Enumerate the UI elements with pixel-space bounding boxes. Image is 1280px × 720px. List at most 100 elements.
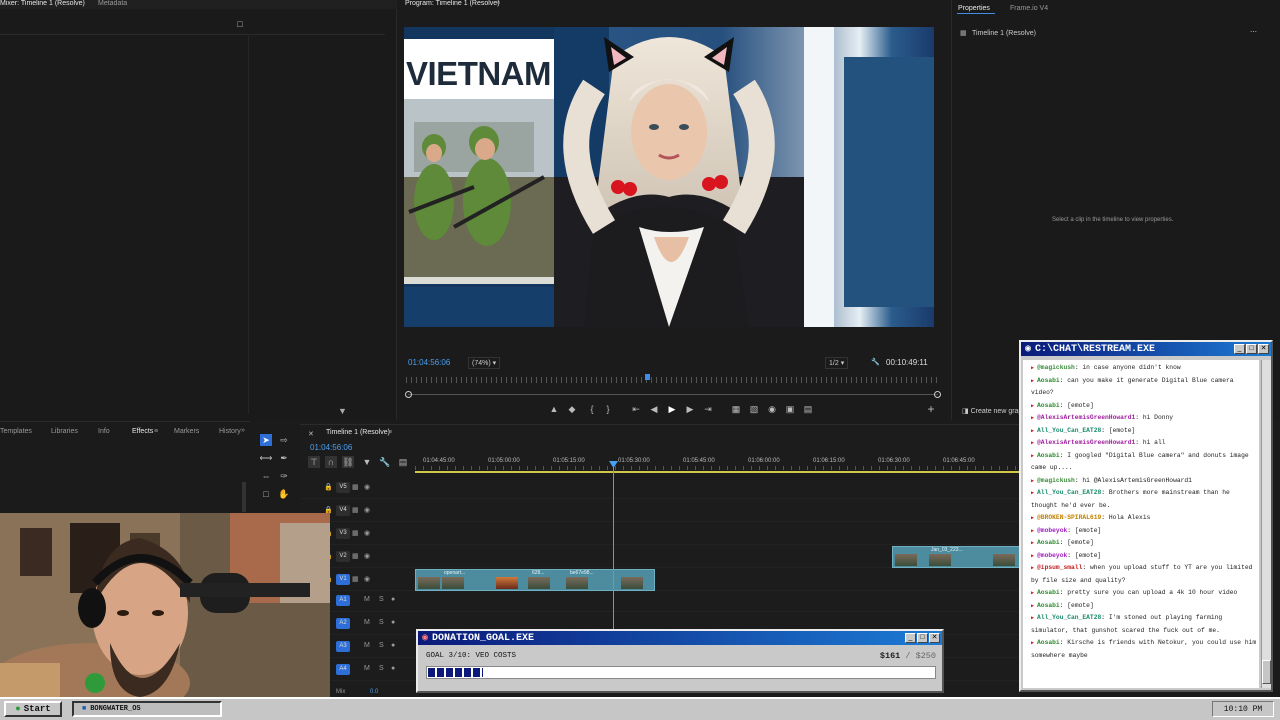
- chat-scrollbar[interactable]: [1261, 360, 1271, 688]
- chat-username[interactable]: @mobeyok: [1037, 527, 1067, 534]
- program-menu-icon[interactable]: ≡: [496, 0, 500, 7]
- microphone-icon[interactable]: ●: [391, 596, 395, 603]
- program-video-frame[interactable]: VIETNAM: [404, 27, 934, 327]
- solo-icon[interactable]: S: [379, 619, 384, 626]
- timeline-playhead[interactable]: [613, 461, 614, 631]
- tab-markers[interactable]: Markers: [174, 428, 199, 435]
- chat-username[interactable]: @ipsum_small: [1037, 564, 1082, 571]
- track-label-v2[interactable]: V2: [336, 551, 350, 562]
- lock-icon[interactable]: 🔒: [324, 483, 333, 491]
- step-forward-icon[interactable]: ▶: [684, 403, 696, 415]
- track-label-v4[interactable]: V4: [336, 505, 350, 516]
- tab-metadata[interactable]: Metadata: [98, 0, 127, 7]
- track-v5[interactable]: 🔒 V5 ▦ ◉: [300, 477, 1020, 499]
- chat-username[interactable]: @mobeyok: [1037, 552, 1067, 559]
- timeline-ruler[interactable]: 01:04:45:00 01:05:00:00 01:05:15:00 01:0…: [415, 456, 1020, 474]
- close-button[interactable]: ✕: [929, 633, 940, 643]
- tab-templates[interactable]: Templates: [0, 428, 32, 435]
- pen-tool-icon[interactable]: ✑: [278, 470, 290, 482]
- chat-username[interactable]: @magickush: [1037, 477, 1075, 484]
- eye-icon[interactable]: ◉: [364, 483, 370, 491]
- tab-frameio[interactable]: Frame.io V4: [1010, 5, 1048, 12]
- snap-icon[interactable]: ∩: [325, 456, 337, 468]
- close-button[interactable]: ✕: [1258, 344, 1269, 354]
- panel-menu-icon[interactable]: □: [234, 18, 246, 30]
- toggle-sync-icon[interactable]: ▦: [352, 529, 359, 537]
- track-label-a1[interactable]: A1: [336, 595, 350, 606]
- maximize-button[interactable]: □: [1246, 344, 1257, 354]
- program-playhead-marker[interactable]: [645, 374, 650, 380]
- comparison-icon[interactable]: ▣: [784, 403, 796, 415]
- filter-icon[interactable]: ▼: [338, 406, 347, 416]
- chat-username[interactable]: All_You_Can_EAT28: [1037, 489, 1101, 496]
- tab-properties[interactable]: Properties: [958, 5, 990, 12]
- chat-username[interactable]: Aosabi: [1037, 377, 1060, 384]
- clip-v2[interactable]: Jan_03_223...: [892, 546, 1020, 568]
- minimize-button[interactable]: _: [905, 633, 916, 643]
- chat-username[interactable]: @AlexisArtemisGreenHoward1: [1037, 414, 1135, 421]
- create-new-graphic-button[interactable]: ◨ Create new grap: [962, 407, 1022, 415]
- program-zoom-select[interactable]: (74%) ▾: [468, 357, 501, 369]
- scrub-end-handle[interactable]: [934, 391, 941, 398]
- toggle-sync-icon[interactable]: ▦: [352, 483, 359, 491]
- eye-icon[interactable]: ◉: [364, 529, 370, 537]
- go-to-out-icon[interactable]: ⇥: [702, 403, 714, 415]
- toggle-sync-icon[interactable]: ▦: [352, 552, 359, 560]
- captions-icon[interactable]: ▤: [397, 456, 409, 468]
- microphone-icon[interactable]: ●: [391, 642, 395, 649]
- track-a1[interactable]: A1 M S ●: [300, 590, 1020, 612]
- tab-audio-mixer[interactable]: Mixer: Timeline 1 (Resolve): [0, 0, 85, 7]
- track-label-a2[interactable]: A2: [336, 618, 350, 629]
- camera-icon[interactable]: ◉: [766, 403, 778, 415]
- program-scrub-bar[interactable]: [408, 394, 938, 395]
- chat-username[interactable]: @BROKEN-SPIRAL619: [1037, 514, 1101, 521]
- donation-titlebar[interactable]: ◉ DONATION_GOAL.EXE: [418, 631, 942, 645]
- track-v4[interactable]: 🔒 V4 ▦ ◉: [300, 500, 1020, 522]
- play-icon[interactable]: ▶: [666, 403, 678, 415]
- chat-username[interactable]: Aosabi: [1037, 452, 1060, 459]
- microphone-icon[interactable]: ●: [391, 665, 395, 672]
- add-button-icon[interactable]: +: [925, 402, 937, 416]
- wrench-icon[interactable]: 🔧: [871, 358, 880, 366]
- mark-in-icon[interactable]: {: [586, 403, 598, 415]
- track-label-v3[interactable]: V3: [336, 528, 350, 539]
- mix-value[interactable]: 0.0: [370, 689, 378, 695]
- timeline-settings-icon[interactable]: 🔧: [379, 456, 391, 468]
- program-monitor-title[interactable]: Program: Timeline 1 (Resolve): [405, 0, 500, 7]
- chat-username[interactable]: All_You_Can_EAT28: [1037, 427, 1101, 434]
- track-label-v1[interactable]: V1: [336, 574, 350, 585]
- solo-icon[interactable]: S: [379, 596, 384, 603]
- minimize-button[interactable]: _: [1234, 344, 1245, 354]
- chat-messages[interactable]: ▶ @magickush: in case anyone didn't know…: [1023, 360, 1259, 688]
- chat-username[interactable]: Aosabi: [1037, 602, 1060, 609]
- mark-out-icon[interactable]: }: [602, 403, 614, 415]
- extract-icon[interactable]: ▧: [748, 403, 760, 415]
- taskbar-app-button[interactable]: ■ BONGWATER_OS: [72, 701, 222, 717]
- microphone-icon[interactable]: ●: [391, 619, 395, 626]
- chat-username[interactable]: All_You_Can_EAT28: [1037, 614, 1101, 621]
- toggle-sync-icon[interactable]: ▦: [352, 575, 359, 583]
- mute-icon[interactable]: M: [364, 665, 370, 672]
- timeline-menu-icon[interactable]: ≡: [388, 429, 392, 436]
- scrub-start-handle[interactable]: [405, 391, 412, 398]
- chat-username[interactable]: Aosabi: [1037, 402, 1060, 409]
- razor-tool-icon[interactable]: ✒: [278, 452, 290, 464]
- add-marker-icon[interactable]: ▲: [548, 403, 560, 415]
- clip-v1[interactable]: openart... 628... be67e98...: [415, 569, 655, 591]
- maximize-button[interactable]: □: [917, 633, 928, 643]
- track-v2[interactable]: 🔒 V2 ▦ ◉ Jan_03_223...: [300, 546, 1020, 568]
- effects-menu-icon[interactable]: ≡: [154, 428, 158, 435]
- track-v3[interactable]: 🔒 V3 ▦ ◉: [300, 523, 1020, 545]
- track-select-icon[interactable]: ⇨: [278, 434, 290, 446]
- more-options-icon[interactable]: ⋯: [1250, 28, 1257, 36]
- timeline-title[interactable]: Timeline 1 (Resolve): [326, 429, 390, 436]
- track-v1[interactable]: 🔒 V1 ▦ ◉ openart... 628... be67e98...: [300, 569, 1020, 591]
- chat-username[interactable]: Aosabi: [1037, 639, 1060, 646]
- eye-icon[interactable]: ◉: [364, 506, 370, 514]
- track-label-v5[interactable]: V5: [336, 482, 350, 493]
- add-marker-timeline-icon[interactable]: ▼: [361, 456, 373, 468]
- solo-icon[interactable]: S: [379, 642, 384, 649]
- program-mini-ruler[interactable]: [406, 377, 938, 383]
- chat-username[interactable]: @magickush: [1037, 364, 1075, 371]
- go-to-in-icon[interactable]: ⇤: [630, 403, 642, 415]
